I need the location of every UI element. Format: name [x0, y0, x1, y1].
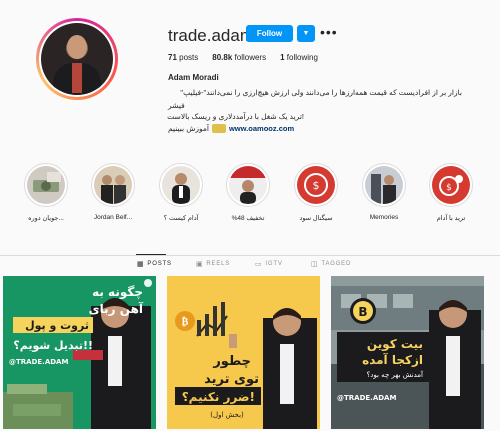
- igtv-icon: ▭: [255, 261, 263, 268]
- bio-line-2: فیشر: [168, 101, 185, 110]
- highlight-who-is-adam[interactable]: آدام کیست ؟: [153, 163, 209, 222]
- profile-username: trade.adam: [168, 26, 254, 45]
- profile-full-name: Adam Moradi: [168, 73, 219, 82]
- tab-posts[interactable]: ▦ POSTS: [137, 260, 172, 268]
- highlight-label: آدام کیست ؟: [163, 215, 199, 222]
- highlight-jordan-belfort[interactable]: Jordan Belf...: [85, 163, 141, 221]
- highlight-label: %تخفیف 48: [231, 215, 265, 222]
- highlight-discount[interactable]: %تخفیف 48: [220, 163, 276, 222]
- bio-line-1: بازار بر از افرادیست که قیمت همه‌ارزها ر…: [180, 88, 462, 97]
- follow-button[interactable]: Follow: [246, 25, 293, 42]
- grid-icon: ▦: [137, 261, 145, 268]
- post-2-subtitle: (بخش اول): [210, 411, 244, 419]
- post-3-image: B بیت کوین ازکجا آمده آمدنش بهر چه بود؟ …: [331, 276, 484, 429]
- highlight-courses[interactable]: جویان دوره...: [18, 163, 74, 222]
- bio-website-link[interactable]: www.oamooz.com: [229, 124, 294, 133]
- post-3-title-line-1: بیت کوین: [367, 337, 423, 352]
- svg-text:$: $: [446, 183, 452, 193]
- post-3-title-line-2: ازکجا آمده: [362, 352, 423, 367]
- highlight-memories[interactable]: Memories: [356, 163, 412, 221]
- highlight-label: Jordan Belf...: [93, 214, 133, 221]
- bio-line-3: !ترید یک شغل با درآمددلاری و ریسک بالاست: [167, 112, 304, 121]
- highlight-trade-with-adam[interactable]: $ ترید با آدام: [423, 163, 479, 222]
- profile-avatar[interactable]: [36, 18, 118, 100]
- avatar-photo: [41, 23, 113, 95]
- highlight-cover: [365, 166, 403, 204]
- reels-icon: ▣: [196, 261, 204, 268]
- post-1-image: چگونه به آهن ربای ثروت و پول تبدیل شویم؟…: [3, 276, 156, 429]
- more-options-button[interactable]: •••: [320, 24, 338, 40]
- post-1-handle: @TRADE.ADAM: [9, 358, 68, 366]
- bio-link-row: آموزش ببینیم www.oamooz.com: [168, 124, 294, 133]
- books-emoji-icon: [211, 124, 226, 133]
- svg-text:₿: ₿: [182, 316, 189, 328]
- profile-stats: 71 posts 80.8k followers 1 following: [168, 53, 318, 62]
- highlight-label: سیگنال سود: [299, 215, 333, 222]
- post-2-title-line-1: چطور: [212, 354, 251, 369]
- highlight-cover: $: [432, 166, 470, 204]
- highlight-cover: [162, 166, 200, 204]
- post-1-title-line-2: آهن ربای: [89, 301, 144, 316]
- tab-tagged[interactable]: ◫ TAGGED: [311, 260, 351, 268]
- highlight-label: Memories: [369, 214, 399, 221]
- bio-link-suffix: آموزش ببینیم: [168, 124, 209, 133]
- post-tile-2[interactable]: ₿ چطور توی ترید ضرر نکنیم؟! (بخش اول): [167, 276, 320, 429]
- tab-reels[interactable]: ▣ REELS: [196, 260, 230, 268]
- post-3-handle: @TRADE.ADAM: [337, 394, 396, 402]
- post-2-title-line-2: توی ترید: [204, 372, 259, 387]
- stat-posts: 71 posts: [168, 53, 199, 62]
- chevron-down-icon: ▼: [302, 30, 310, 37]
- post-tile-3[interactable]: B بیت کوین ازکجا آمده آمدنش بهر چه بود؟ …: [331, 276, 484, 429]
- avatar-frame: [39, 21, 115, 97]
- stat-following[interactable]: 1 following: [280, 53, 318, 62]
- more-options-icon: •••: [320, 24, 338, 40]
- active-tab-indicator: [136, 254, 166, 255]
- tabs-divider: [0, 255, 500, 256]
- stat-followers[interactable]: 80.8k followers: [212, 53, 266, 62]
- highlight-cover: [27, 166, 65, 204]
- post-1-title-line-4: تبدیل شویم؟!!: [13, 339, 93, 352]
- svg-text:B: B: [358, 305, 367, 319]
- highlight-label: ترید با آدام: [436, 215, 466, 222]
- highlight-profit-signal[interactable]: $ سیگنال سود: [288, 163, 344, 222]
- post-1-title-line-3: ثروت و پول: [25, 319, 89, 332]
- svg-text:$: $: [313, 179, 320, 192]
- suggested-dropdown-button[interactable]: ▼: [297, 25, 315, 42]
- post-3-subtitle: آمدنش بهر چه بود؟: [367, 370, 424, 379]
- post-tile-1[interactable]: چگونه به آهن ربای ثروت و پول تبدیل شویم؟…: [3, 276, 156, 429]
- highlight-cover: $: [297, 166, 335, 204]
- post-2-image: ₿ چطور توی ترید ضرر نکنیم؟! (بخش اول): [167, 276, 320, 429]
- highlight-label: جویان دوره...: [28, 215, 64, 222]
- post-1-title-line-1: چگونه به: [92, 285, 143, 300]
- post-2-title-line-3: ضرر نکنیم؟!: [182, 390, 255, 404]
- tab-igtv[interactable]: ▭ IGTV: [255, 260, 283, 268]
- highlight-cover: [94, 166, 132, 204]
- tag-icon: ◫: [311, 261, 319, 268]
- highlight-cover: [229, 166, 267, 204]
